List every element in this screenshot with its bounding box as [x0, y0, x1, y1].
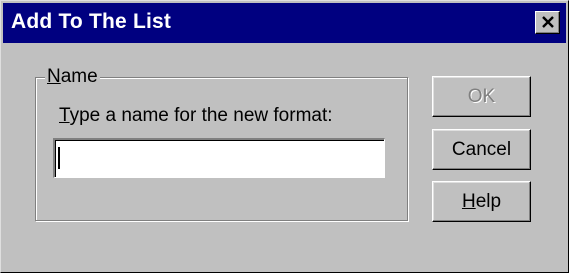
legend-mnemonic: N: [47, 66, 61, 87]
name-input[interactable]: [53, 138, 385, 178]
close-button[interactable]: [535, 11, 560, 34]
help-button[interactable]: Help: [432, 181, 531, 222]
prompt-text: ype a name for the new format:: [69, 105, 333, 126]
dialog-title: Add To The List: [11, 10, 172, 33]
legend-text: ame: [60, 66, 98, 87]
cancel-button[interactable]: Cancel: [432, 129, 531, 170]
name-group-legend: Name: [45, 66, 100, 88]
text-caret: [58, 147, 60, 169]
help-mnemonic: H: [461, 191, 476, 212]
name-prompt-label: Type a name for the new format:: [59, 105, 333, 127]
title-bar[interactable]: Add To The List: [3, 3, 566, 43]
add-to-list-dialog: Add To The List Name Type a name for the…: [0, 0, 569, 273]
ok-button[interactable]: OK: [432, 76, 531, 117]
prompt-mnemonic: T: [59, 105, 70, 126]
help-text: elp: [475, 191, 502, 212]
close-icon: [542, 16, 554, 28]
